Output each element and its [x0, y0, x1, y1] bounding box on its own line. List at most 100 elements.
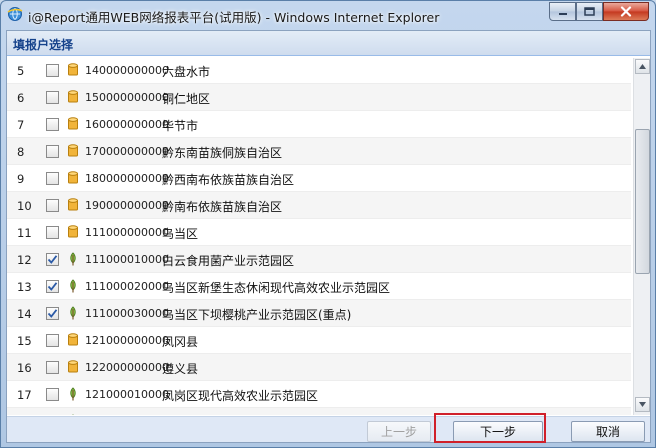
list-row[interactable]: 9 180000000000 黔西南布依族苗族自治区 — [7, 165, 631, 192]
row-number: 15 — [17, 334, 32, 348]
db-cylinder-icon — [68, 63, 78, 76]
row-number: 17 — [17, 388, 32, 402]
db-cylinder-icon — [68, 90, 78, 103]
close-button[interactable] — [603, 2, 649, 21]
row-number: 5 — [17, 64, 25, 78]
row-checkbox[interactable] — [46, 172, 59, 185]
row-number: 6 — [17, 91, 25, 105]
row-code: 111000000000 — [85, 226, 169, 239]
list-row[interactable]: 8 170000000000 黔东南苗族侗族自治区 — [7, 138, 631, 165]
row-code: 160000000000 — [85, 118, 169, 131]
row-code: 121000010000 — [85, 388, 169, 401]
maximize-icon — [584, 7, 595, 16]
row-number: 11 — [17, 226, 32, 240]
leaf-icon — [72, 414, 74, 415]
db-cylinder-icon — [68, 333, 78, 346]
cancel-button[interactable]: 取消 — [571, 421, 645, 442]
db-cylinder-icon — [68, 117, 78, 130]
row-checkbox[interactable] — [46, 118, 59, 131]
row-number: 8 — [17, 145, 25, 159]
row-name: 铜仁地区 — [162, 92, 211, 106]
list-row[interactable]: 15 121000000000 凤冈县 — [7, 327, 631, 354]
panel-header: 填报户选择 — [7, 31, 650, 56]
row-number: 14 — [17, 307, 32, 321]
scroll-down-button[interactable] — [635, 397, 650, 412]
row-checkbox[interactable] — [46, 361, 59, 374]
list-row[interactable]: 10 190000000000 黔南布依族苗族自治区 — [7, 192, 631, 219]
row-checkbox[interactable] — [46, 280, 59, 293]
row-name: 黔东南苗族侗族自治区 — [162, 146, 283, 160]
minimize-button[interactable] — [549, 2, 576, 21]
list-row[interactable]: 6 150000000000 铜仁地区 — [7, 84, 631, 111]
arrow-down-icon — [639, 402, 646, 407]
list-row[interactable]: 17 121000010000 凤岗区现代高效农业示范园区 — [7, 381, 631, 408]
db-cylinder-icon — [68, 360, 78, 373]
row-checkbox[interactable] — [46, 307, 59, 320]
row-name: 遵义县乐山花卉苗木示范园区 — [162, 414, 318, 415]
maximize-button[interactable] — [576, 2, 603, 21]
list-row[interactable]: 11 111000000000 乌当区 — [7, 219, 631, 246]
row-number: 12 — [17, 253, 32, 267]
row-name: 白云食用菌产业示范园区 — [162, 254, 295, 268]
row-name: 黔西南布依族苗族自治区 — [162, 173, 295, 187]
reporter-list: 5 140000000000 六盘水市 6 150000000000 铜仁地区 7 16000… — [7, 57, 631, 415]
row-code: 190000000000 — [85, 199, 169, 212]
row-name: 乌当区新堡生态休闲现代高效农业示范园区 — [162, 281, 391, 295]
row-code: 180000000000 — [85, 172, 169, 185]
row-code: 170000000000 — [85, 145, 169, 158]
dialog-client-area: 填报户选择 5 140000000000 六盘水市 6 150000000000 铜仁地区… — [6, 30, 651, 443]
db-cylinder-icon — [68, 171, 78, 184]
row-code: 150000000000 — [85, 91, 169, 104]
title-bar[interactable]: i@Report通用WEB网络报表平台(试用版) - Windows Inter… — [1, 1, 655, 29]
leaf-icon — [70, 387, 76, 401]
leaf-icon — [70, 306, 76, 320]
list-row[interactable]: 7 160000000000 毕节市 — [7, 111, 631, 138]
row-number: 9 — [17, 172, 25, 186]
row-name: 凤冈县 — [162, 335, 199, 349]
list-row[interactable]: 12 111000010000 白云食用菌产业示范园区 — [7, 246, 631, 273]
db-cylinder-icon — [68, 144, 78, 157]
scroll-up-button[interactable] — [635, 59, 650, 74]
list-row[interactable]: 5 140000000000 六盘水市 — [7, 57, 631, 84]
leaf-icon — [70, 252, 76, 266]
row-checkbox[interactable] — [46, 145, 59, 158]
list-row[interactable]: 16 122000000000 遵义县 — [7, 354, 631, 381]
leaf-icon — [70, 279, 76, 293]
panel-title: 填报户选择 — [13, 38, 74, 52]
row-code: 140000000000 — [85, 64, 169, 77]
window-title: i@Report通用WEB网络报表平台(试用版) - Windows Inter… — [28, 10, 440, 25]
close-icon — [620, 6, 632, 17]
list-row[interactable]: 13 111000020000 乌当区新堡生态休闲现代高效农业示范园区 — [7, 273, 631, 300]
row-checkbox[interactable] — [46, 334, 59, 347]
row-code: 111000020000 — [85, 280, 169, 293]
db-cylinder-icon — [68, 198, 78, 211]
row-name: 黔南布依族苗族自治区 — [162, 200, 283, 214]
row-number: 13 — [17, 280, 32, 294]
row-code: 111000030000 — [85, 307, 169, 320]
list-row[interactable]: 14 111000030000 乌当区下坝樱桃产业示范园区(重点) — [7, 300, 631, 327]
row-name: 六盘水市 — [162, 65, 211, 79]
row-checkbox[interactable] — [46, 199, 59, 212]
row-checkbox[interactable] — [46, 226, 59, 239]
row-name: 乌当区 — [162, 227, 199, 241]
row-number: 7 — [17, 118, 25, 132]
db-cylinder-icon — [68, 225, 78, 238]
row-name: 毕节市 — [162, 119, 199, 133]
row-checkbox[interactable] — [46, 253, 59, 266]
row-checkbox[interactable] — [46, 91, 59, 104]
arrow-up-icon — [639, 64, 646, 69]
row-checkbox[interactable] — [46, 64, 59, 77]
button-bar: 上一步 下一步 取消 — [7, 416, 650, 442]
vertical-scrollbar[interactable] — [633, 58, 650, 415]
scrollbar-thumb[interactable] — [635, 129, 650, 274]
row-name: 凤岗区现代高效农业示范园区 — [162, 389, 319, 403]
ie-window: i@Report通用WEB网络报表平台(试用版) - Windows Inter… — [0, 0, 656, 448]
row-checkbox[interactable] — [46, 388, 59, 401]
row-number: 10 — [17, 199, 32, 213]
row-number: 16 — [17, 361, 32, 375]
row-code: 111000010000 — [85, 253, 169, 266]
prev-step-button[interactable]: 上一步 — [367, 421, 431, 442]
row-name: 乌当区下坝樱桃产业示范园区(重点) — [162, 308, 352, 322]
next-button-highlight — [434, 413, 546, 443]
minimize-icon — [558, 12, 567, 15]
